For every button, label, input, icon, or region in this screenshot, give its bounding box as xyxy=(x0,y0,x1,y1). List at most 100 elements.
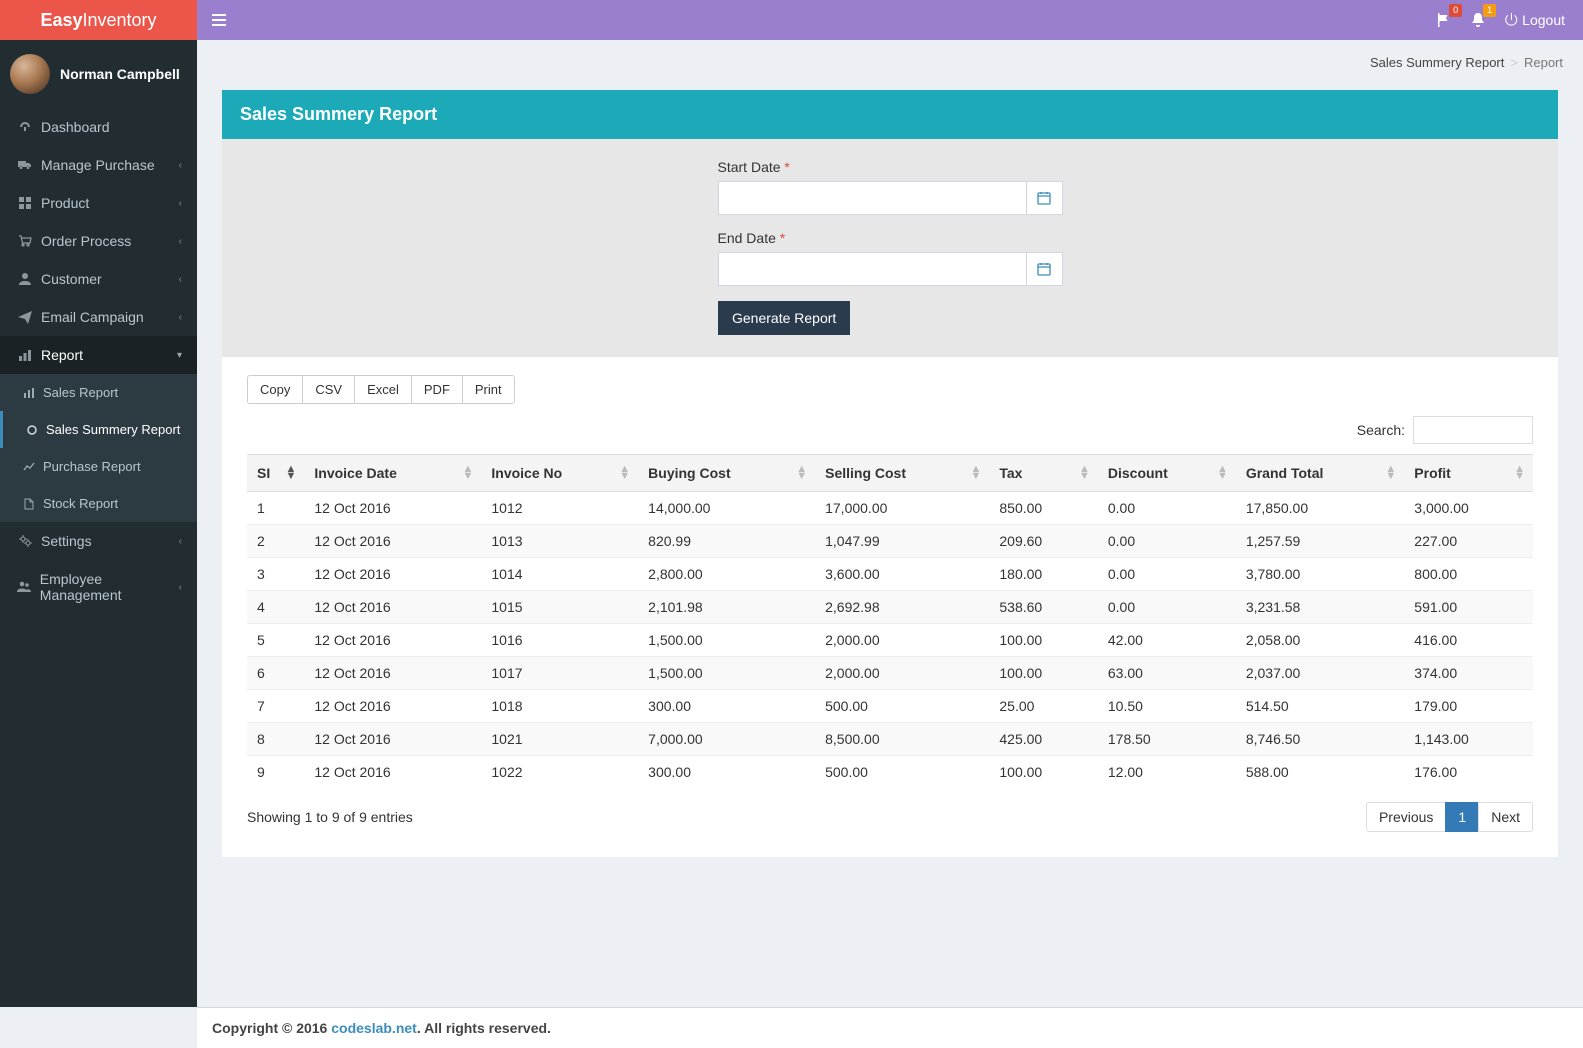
bell-icon[interactable]: 1 xyxy=(1470,12,1486,28)
table-cell: 4 xyxy=(247,591,304,624)
prev-button[interactable]: Previous xyxy=(1366,802,1446,832)
sidebar-item-product[interactable]: Product ‹ xyxy=(0,184,197,222)
cogs-icon xyxy=(15,534,35,548)
end-date-calendar-button[interactable] xyxy=(1027,252,1063,286)
bars-icon xyxy=(15,348,35,362)
next-button[interactable]: Next xyxy=(1478,802,1533,832)
end-date-label: End Date * xyxy=(718,230,1063,246)
search-label: Search: xyxy=(1357,422,1405,438)
column-header[interactable]: Tax▲▼ xyxy=(989,455,1098,492)
table-cell: 179.00 xyxy=(1404,690,1533,723)
avatar[interactable] xyxy=(10,54,50,94)
csv-button[interactable]: CSV xyxy=(303,376,355,403)
hamburger-icon[interactable] xyxy=(197,14,241,26)
flag-icon[interactable]: 0 xyxy=(1436,12,1452,28)
sidebar-item-label: Employee Management xyxy=(40,571,179,603)
table-cell: 63.00 xyxy=(1098,657,1236,690)
user-panel: Norman Campbell xyxy=(0,40,197,108)
column-header[interactable]: SI▲▼ xyxy=(247,455,304,492)
end-date-input[interactable] xyxy=(718,252,1027,286)
circle-icon xyxy=(23,424,41,436)
sidebar-item-manage-purchase[interactable]: Manage Purchase‹ xyxy=(0,146,197,184)
column-header[interactable]: Invoice Date▲▼ xyxy=(304,455,481,492)
table-cell: 100.00 xyxy=(989,657,1098,690)
table-cell: 12 Oct 2016 xyxy=(304,591,481,624)
sidebar-subitem-label: Purchase Report xyxy=(43,459,141,474)
truck-icon xyxy=(15,158,35,172)
footer-link[interactable]: codeslab.net xyxy=(331,1020,417,1036)
table-cell: 3 xyxy=(247,558,304,591)
table-cell: 1,257.59 xyxy=(1236,525,1404,558)
table-cell: 176.00 xyxy=(1404,756,1533,789)
sidebar-item-label: Dashboard xyxy=(41,119,110,135)
footer: Copyright © 2016 codeslab.net. All right… xyxy=(197,1007,1583,1048)
brand-logo[interactable]: EasyInventory xyxy=(0,0,197,40)
sidebar-subitem-stock-report[interactable]: Stock Report xyxy=(0,485,197,522)
sidebar-subitem-label: Sales Summery Report xyxy=(46,422,180,437)
table-cell: 12.00 xyxy=(1098,756,1236,789)
table-cell: 8,500.00 xyxy=(815,723,989,756)
table-cell: 3,600.00 xyxy=(815,558,989,591)
chevron-left-icon: ‹ xyxy=(179,582,182,593)
table-cell: 591.00 xyxy=(1404,591,1533,624)
table-cell: 12 Oct 2016 xyxy=(304,492,481,525)
sort-icon: ▲▼ xyxy=(462,466,473,480)
sidebar-item-employee-management[interactable]: Employee Management‹ xyxy=(0,560,197,614)
sidebar-subitem-sales-report[interactable]: Sales Report xyxy=(0,374,197,411)
send-icon xyxy=(15,310,35,324)
sidebar-subitem-sales-summery-report[interactable]: Sales Summery Report xyxy=(0,411,197,448)
start-date-input[interactable] xyxy=(718,181,1027,215)
chevron-left-icon: ‹ xyxy=(179,274,182,285)
sidebar-item-order-process[interactable]: Order Process‹ xyxy=(0,222,197,260)
table-cell: 1021 xyxy=(481,723,638,756)
chevron-left-icon: ‹ xyxy=(179,236,182,247)
table-cell: 500.00 xyxy=(815,756,989,789)
table-cell: 42.00 xyxy=(1098,624,1236,657)
chevron-left-icon: ‹ xyxy=(179,312,182,323)
column-header[interactable]: Selling Cost▲▼ xyxy=(815,455,989,492)
table-row: 612 Oct 201610171,500.002,000.00100.0063… xyxy=(247,657,1533,690)
table-cell: 588.00 xyxy=(1236,756,1404,789)
page-1-button[interactable]: 1 xyxy=(1445,802,1479,832)
column-header[interactable]: Grand Total▲▼ xyxy=(1236,455,1404,492)
sidebar-item-settings[interactable]: Settings‹ xyxy=(0,522,197,560)
sidebar-item-report[interactable]: Report▾ xyxy=(0,336,197,374)
sidebar-item-label: Email Campaign xyxy=(41,309,144,325)
column-header[interactable]: Invoice No▲▼ xyxy=(481,455,638,492)
sidebar-subitem-purchase-report[interactable]: Purchase Report xyxy=(0,448,197,485)
logout-button[interactable]: Logout xyxy=(1504,12,1565,28)
column-header[interactable]: Profit▲▼ xyxy=(1404,455,1533,492)
flag-badge: 0 xyxy=(1449,4,1462,17)
start-date-calendar-button[interactable] xyxy=(1027,181,1063,215)
column-header[interactable]: Discount▲▼ xyxy=(1098,455,1236,492)
chevron-left-icon: ‹ xyxy=(179,198,182,209)
sidebar-item-customer[interactable]: Customer ‹ xyxy=(0,260,197,298)
line-icon xyxy=(20,461,38,473)
sidebar-item-label: Product xyxy=(41,195,89,211)
chevron-left-icon: ‹ xyxy=(179,536,182,547)
report-table: SI▲▼Invoice Date▲▼Invoice No▲▼Buying Cos… xyxy=(247,454,1533,788)
pdf-button[interactable]: PDF xyxy=(412,376,463,403)
table-row: 712 Oct 20161018300.00500.0025.0010.5051… xyxy=(247,690,1533,723)
excel-button[interactable]: Excel xyxy=(355,376,412,403)
generate-report-button[interactable]: Generate Report xyxy=(718,301,850,335)
table-cell: 3,231.58 xyxy=(1236,591,1404,624)
table-cell: 800.00 xyxy=(1404,558,1533,591)
print-button[interactable]: Print xyxy=(463,376,514,403)
copy-button[interactable]: Copy xyxy=(248,376,303,403)
table-cell: 500.00 xyxy=(815,690,989,723)
table-cell: 514.50 xyxy=(1236,690,1404,723)
table-cell: 7 xyxy=(247,690,304,723)
sidebar-item-label: Customer xyxy=(41,271,102,287)
sidebar-item-label: Manage Purchase xyxy=(41,157,155,173)
doc-icon xyxy=(20,498,38,510)
sidebar-item-dashboard[interactable]: Dashboard xyxy=(0,108,197,146)
breadcrumb-item[interactable]: Sales Summery Report xyxy=(1370,55,1504,70)
sidebar-subitem-label: Sales Report xyxy=(43,385,118,400)
sidebar-item-email-campaign[interactable]: Email Campaign ‹ xyxy=(0,298,197,336)
table-cell: 374.00 xyxy=(1404,657,1533,690)
table-cell: 1,500.00 xyxy=(638,624,815,657)
cart-icon xyxy=(15,234,35,248)
search-input[interactable] xyxy=(1413,416,1533,444)
column-header[interactable]: Buying Cost▲▼ xyxy=(638,455,815,492)
